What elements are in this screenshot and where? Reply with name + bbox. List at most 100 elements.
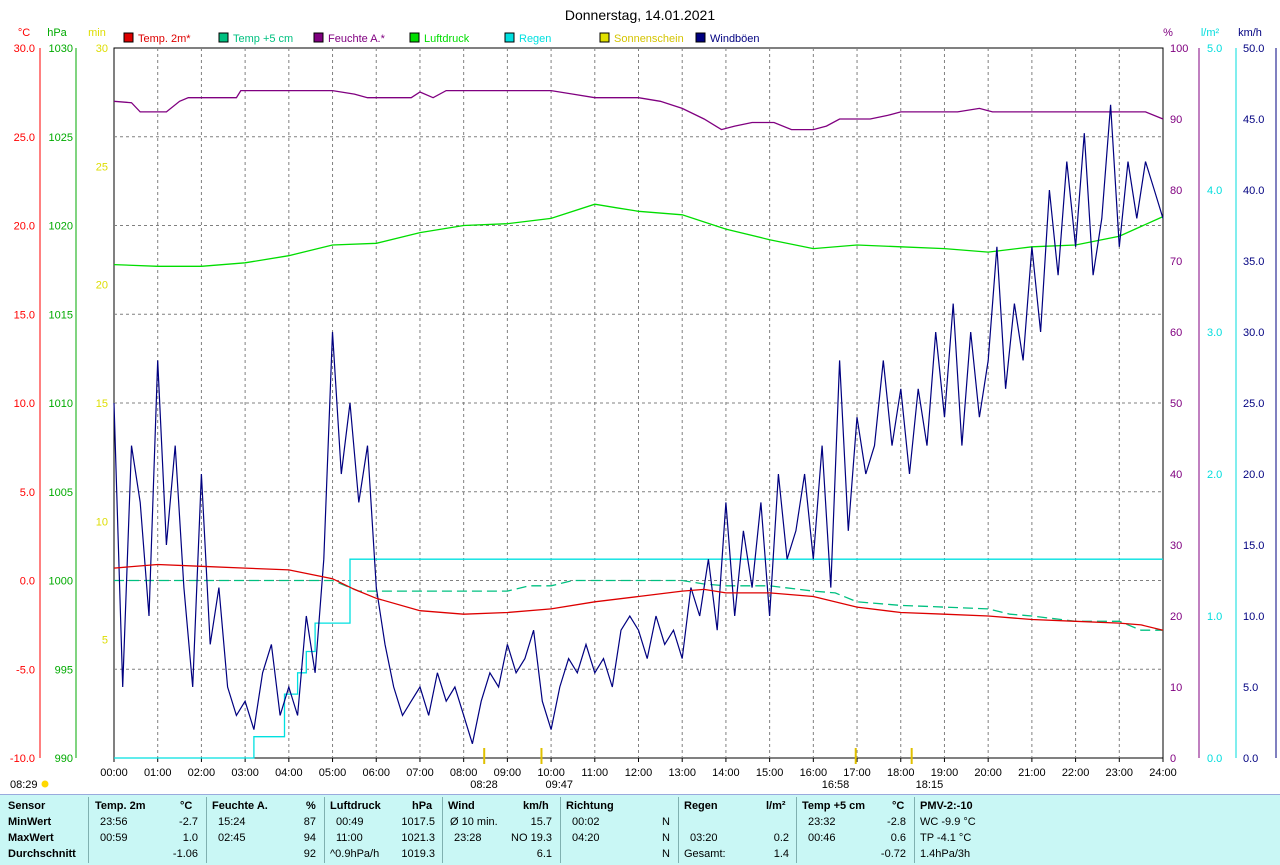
humidity-axis-tick: 80 — [1170, 185, 1182, 197]
x-tick-label: 13:00 — [668, 767, 696, 779]
stats-hum-header: Feuchte A. — [212, 800, 268, 812]
rain-axis-tick: 0.0 — [1207, 753, 1222, 765]
temp-axis-tick: -5.0 — [16, 664, 35, 676]
rain-axis-unit: l/m² — [1201, 27, 1220, 39]
stats-rain-unit: l/m² — [766, 800, 786, 812]
stats-t5-header: Temp +5 cm — [802, 800, 866, 812]
x-tick-label: 24:00 — [1149, 767, 1177, 779]
stats-wind-avg10-label: Ø 10 min. — [450, 816, 498, 828]
stats-row-min: MinWert — [8, 816, 52, 828]
x-tick-label: 07:00 — [406, 767, 434, 779]
sun-icon — [41, 780, 49, 788]
humidity-axis-tick: 60 — [1170, 327, 1182, 339]
wind-axis-tick: 30.0 — [1243, 327, 1264, 339]
humidity-axis-tick: 70 — [1170, 256, 1182, 268]
wind-axis-tick: 0.0 — [1243, 753, 1258, 765]
x-tick-label: 21:00 — [1018, 767, 1046, 779]
stats-dir-avg-val: N — [662, 848, 670, 860]
stats-t5-min-time: 23:32 — [808, 816, 836, 828]
x-tick-label: 14:00 — [712, 767, 740, 779]
temp-axis-tick: 15.0 — [14, 309, 35, 321]
stats-panel: Sensor MinWert MaxWert Durchschnitt Temp… — [0, 794, 1280, 865]
stats-wind-avg-val: 6.1 — [536, 848, 552, 860]
legend-swatch — [123, 32, 134, 43]
stats-t5-max-time: 00:46 — [808, 832, 836, 844]
stats-hum-min-time: 15:24 — [218, 816, 246, 828]
pressure-axis-tick: 1025 — [49, 132, 73, 144]
wind-axis-tick: 5.0 — [1243, 682, 1258, 694]
right-axes: %1009080706050403020100l/m²5.04.03.02.01… — [1163, 27, 1277, 765]
x-tick-label: 00:00 — [100, 767, 128, 779]
legend-swatch — [599, 32, 610, 43]
wind-axis-tick: 45.0 — [1243, 114, 1264, 126]
stats-rain-max-time: 03:20 — [690, 832, 718, 844]
pressure-axis-unit: hPa — [47, 27, 67, 39]
stats-dir-min-time: 00:02 — [572, 816, 600, 828]
wind-axis-tick: 10.0 — [1243, 611, 1264, 623]
stats-press-unit: hPa — [412, 800, 433, 812]
x-tick-label: 19:00 — [931, 767, 959, 779]
sunshine-axis-unit: min — [88, 27, 106, 39]
x-tick-label: 04:00 — [275, 767, 303, 779]
marker-0828-label: 08:28 — [470, 779, 498, 791]
stats-press-max-val: 1021.3 — [401, 832, 435, 844]
stats-hum-max-val: 94 — [303, 832, 316, 844]
legend-label: Temp +5 cm — [233, 33, 293, 45]
wind-axis-tick: 50.0 — [1243, 43, 1264, 55]
grid — [113, 47, 1164, 759]
humidity-axis-unit: % — [1163, 27, 1173, 39]
stats-press-min-val: 1017.5 — [401, 816, 435, 828]
temp-axis-tick: 25.0 — [14, 132, 35, 144]
stats-pmv-tp: TP -4.1 °C — [920, 832, 972, 844]
rain-axis-tick: 2.0 — [1207, 469, 1222, 481]
stats-dir-max-time: 04:20 — [572, 832, 600, 844]
stats-wind-max-time: 23:28 — [454, 832, 482, 844]
stats-t5-min-val: -2.8 — [887, 816, 906, 828]
legend: Temp. 2m* Temp +5 cm Feuchte A.* Luftdruck R… — [123, 32, 760, 45]
rain-axis-tick: 4.0 — [1207, 185, 1222, 197]
stats-hum-min-val: 87 — [303, 816, 316, 828]
x-tick-label: 10:00 — [537, 767, 565, 779]
temp-axis-tick: -10.0 — [10, 753, 35, 765]
humidity-axis-tick: 30 — [1170, 540, 1182, 552]
x-tick-label: 20:00 — [974, 767, 1002, 779]
stats-pmv-header: PMV-2:-10 — [920, 800, 973, 812]
legend-swatch — [313, 32, 324, 43]
stats-temp-avg-val: -1.06 — [172, 848, 198, 860]
legend-swatch — [218, 32, 229, 43]
wind-axis-tick: 15.0 — [1243, 540, 1264, 552]
stats-row-avg: Durchschnitt — [8, 848, 76, 860]
stats-wind-unit: km/h — [523, 800, 549, 812]
legend-swatch — [695, 32, 706, 43]
legend-label: Feuchte A.* — [328, 33, 386, 45]
sunshine-axis-tick: 10 — [96, 516, 108, 528]
x-tick-label: 05:00 — [319, 767, 347, 779]
wind-axis-tick: 20.0 — [1243, 469, 1264, 481]
humidity-axis-tick: 20 — [1170, 611, 1182, 623]
rain-axis-tick: 3.0 — [1207, 327, 1222, 339]
stats-hum-max-time: 02:45 — [218, 832, 246, 844]
sunshine-axis-tick: 5 — [102, 635, 108, 647]
stats-temp-min-val: -2.7 — [179, 816, 198, 828]
stats-press-min-time: 00:49 — [336, 816, 364, 828]
pressure-axis-tick: 1005 — [49, 487, 73, 499]
x-tick-label: 22:00 — [1062, 767, 1090, 779]
humidity-axis-tick: 90 — [1170, 114, 1182, 126]
weather-chart: Donnerstag, 14.01.2021 °C 30.0 25.0 20.0 15.… — [10, 7, 1277, 791]
stats-t5-unit: °C — [892, 800, 905, 812]
x-tick-label: 12:00 — [625, 767, 653, 779]
stats-rain-total-label: Gesamt: — [684, 848, 726, 860]
wind-axis-unit: km/h — [1238, 27, 1262, 39]
sunshine-axis-tick: 15 — [96, 398, 108, 410]
legend-label: Regen — [519, 33, 551, 45]
stats-dir-header: Richtung — [566, 800, 614, 812]
stats-t5-avg-val: -0.72 — [880, 848, 906, 860]
stats-pmv-wc: WC -9.9 °C — [920, 816, 976, 828]
stats-wind-max-val: NO 19.3 — [511, 832, 552, 844]
stats-wind-header: Wind — [448, 800, 475, 812]
stats-hum-avg-val: 92 — [303, 848, 316, 860]
x-tick-label: 16:00 — [800, 767, 828, 779]
legend-label: Windböen — [710, 33, 760, 45]
temp-axis-tick: 10.0 — [14, 398, 35, 410]
sunshine-axis-tick: 30 — [96, 43, 108, 55]
